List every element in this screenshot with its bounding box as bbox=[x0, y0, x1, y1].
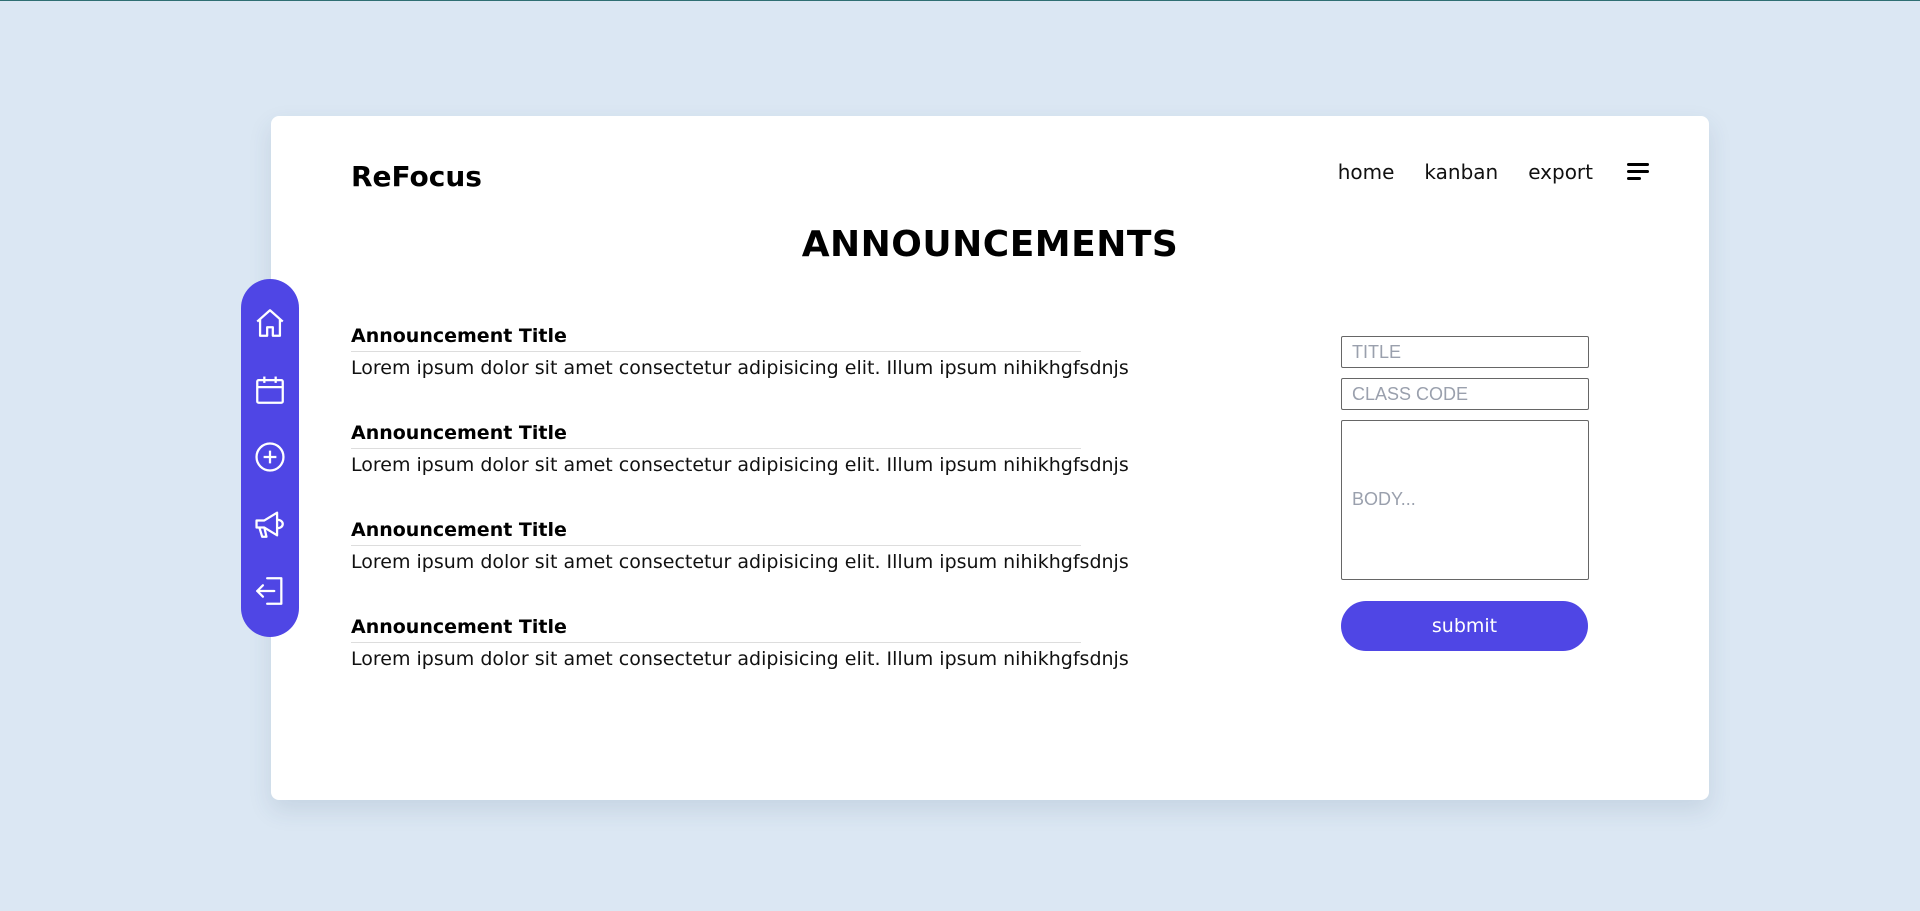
announcement-item: Announcement Title Lorem ipsum dolor sit… bbox=[351, 518, 1129, 615]
sidebar-item-add[interactable] bbox=[252, 439, 288, 475]
body-textarea[interactable] bbox=[1341, 420, 1589, 580]
page-title: ANNOUNCEMENTS bbox=[801, 224, 1179, 265]
announcement-title: Announcement Title bbox=[351, 615, 1081, 643]
announcement-title: Announcement Title bbox=[351, 324, 1081, 352]
announcement-body: Lorem ipsum dolor sit amet consectetur a… bbox=[351, 357, 1129, 379]
announcement-item: Announcement Title Lorem ipsum dolor sit… bbox=[351, 615, 1129, 712]
top-nav: home kanban export bbox=[1338, 160, 1651, 184]
hamburger-menu-icon[interactable] bbox=[1627, 162, 1651, 182]
announcement-title: Announcement Title bbox=[351, 421, 1081, 449]
sidebar-item-logout[interactable] bbox=[252, 573, 288, 609]
main-card: ReFocus home kanban export ANNOUNCEMENTS… bbox=[271, 116, 1709, 800]
announcement-body: Lorem ipsum dolor sit amet consectetur a… bbox=[351, 454, 1129, 476]
sidebar-item-home[interactable] bbox=[252, 305, 288, 341]
announcement-body: Lorem ipsum dolor sit amet consectetur a… bbox=[351, 648, 1129, 670]
announcement-item: Announcement Title Lorem ipsum dolor sit… bbox=[351, 324, 1129, 421]
nav-link-home[interactable]: home bbox=[1338, 160, 1395, 184]
class-code-input[interactable] bbox=[1341, 378, 1589, 410]
announcement-title: Announcement Title bbox=[351, 518, 1081, 546]
sidebar-item-announcements[interactable] bbox=[252, 506, 288, 542]
nav-link-export[interactable]: export bbox=[1528, 160, 1593, 184]
calendar-icon bbox=[256, 376, 284, 404]
sidebar-item-calendar[interactable] bbox=[252, 372, 288, 408]
submit-button[interactable]: submit bbox=[1341, 601, 1588, 651]
megaphone-icon bbox=[255, 511, 284, 538]
sidebar bbox=[241, 279, 299, 637]
announcement-item: Announcement Title Lorem ipsum dolor sit… bbox=[351, 421, 1129, 518]
home-icon bbox=[256, 309, 284, 337]
logout-icon bbox=[256, 577, 283, 605]
plus-circle-icon bbox=[255, 442, 285, 472]
brand-logo[interactable]: ReFocus bbox=[351, 160, 482, 193]
announcement-list: Announcement Title Lorem ipsum dolor sit… bbox=[351, 324, 1129, 712]
nav-link-kanban[interactable]: kanban bbox=[1424, 160, 1498, 184]
announcement-body: Lorem ipsum dolor sit amet consectetur a… bbox=[351, 551, 1129, 573]
top-border bbox=[0, 0, 1920, 1]
announcement-form: submit bbox=[1341, 336, 1589, 651]
title-input[interactable] bbox=[1341, 336, 1589, 368]
